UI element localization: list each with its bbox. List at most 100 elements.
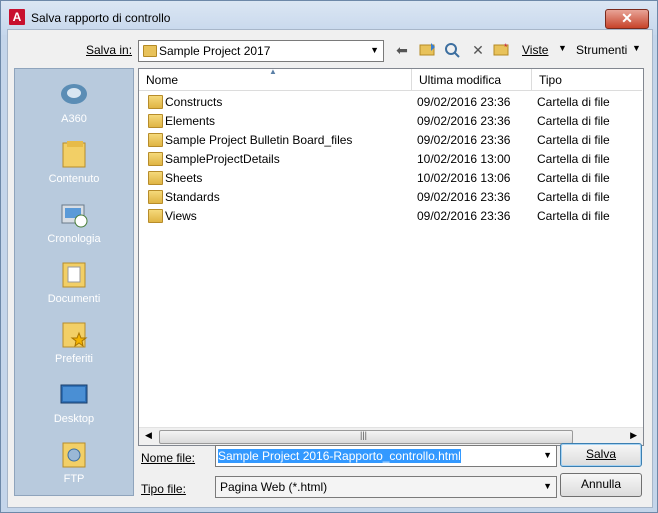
file-list[interactable]: Nome ▲ Ultima modifica Tipo Constructs 0… (138, 67, 644, 446)
views-dropdown-icon[interactable]: ▼ (558, 43, 567, 53)
history-icon (61, 204, 88, 228)
search-web-icon[interactable] (442, 41, 462, 59)
place-cronologia[interactable]: Cronologia (15, 195, 133, 255)
search-svg (445, 43, 460, 58)
views-menu[interactable]: Viste (522, 43, 548, 57)
column-header-label: Nome (146, 73, 179, 87)
file-type: Cartella di file (537, 95, 610, 109)
file-modified: 09/02/2016 23:36 (417, 209, 511, 223)
file-type: Cartella di file (537, 190, 610, 204)
save-button[interactable]: Salva (560, 443, 642, 467)
file-name: SampleProjectDetails (165, 152, 280, 166)
folder-icon (62, 141, 86, 168)
file-name: Sample Project Bulletin Board_files (165, 133, 353, 147)
place-label: FTP (63, 473, 85, 485)
file-name: Sheets (165, 171, 203, 185)
list-item[interactable]: Elements 09/02/2016 23:36 Cartella di fi… (139, 111, 642, 130)
autocad-app-icon: A (9, 9, 25, 25)
filetype-label: Tipo file: (141, 482, 186, 496)
place-preferiti[interactable]: Preferiti (15, 315, 133, 375)
views-label: Viste (522, 43, 549, 57)
dialog-body: Salva in: Sample Project 2017 ▼ ⬅ ✕ * Vi… (7, 29, 653, 508)
place-documenti[interactable]: Documenti (15, 255, 133, 315)
folder-icon (143, 45, 157, 57)
place-label: Cronologia (47, 233, 101, 245)
column-header-modified[interactable]: Ultima modifica (412, 69, 532, 91)
column-header-name[interactable]: Nome ▲ (139, 67, 412, 91)
up-folder-svg (419, 43, 435, 56)
save-in-label-text: Salva in: (86, 43, 133, 57)
chevron-down-icon: ▼ (370, 45, 379, 55)
place-label: Documenti (47, 293, 101, 305)
folder-icon (148, 133, 163, 147)
file-type: Cartella di file (537, 152, 610, 166)
folder-icon (148, 171, 163, 185)
new-folder-icon[interactable]: * (492, 41, 512, 59)
folder-icon (148, 95, 163, 109)
cancel-button[interactable]: Annulla (560, 473, 642, 497)
window-title: Salva rapporto di controllo (31, 11, 171, 25)
list-item[interactable]: Views 09/02/2016 23:36 Cartella di file (139, 206, 642, 225)
folder-icon (148, 209, 163, 223)
file-name: Views (165, 209, 197, 223)
place-a360[interactable]: A360 (15, 75, 133, 135)
favorites-icon (62, 322, 88, 348)
documents-icon (62, 262, 86, 288)
place-label: Contenuto (48, 173, 100, 185)
file-type: Cartella di file (537, 171, 610, 185)
svg-text:*: * (504, 42, 508, 52)
scrollbar-thumb[interactable]: ||| (159, 430, 573, 444)
filetype-value: Pagina Web (*.html) (220, 480, 328, 494)
back-icon[interactable]: ⬅ (392, 41, 412, 59)
list-item[interactable]: Sample Project Bulletin Board_files 09/0… (139, 130, 642, 149)
place-ftp[interactable]: FTP (15, 435, 133, 495)
list-item[interactable]: Constructs 09/02/2016 23:36 Cartella di … (139, 92, 642, 111)
file-modified: 10/02/2016 13:00 (417, 152, 511, 166)
place-contenuto[interactable]: Contenuto (15, 135, 133, 195)
place-desktop[interactable]: Desktop (15, 375, 133, 435)
file-type: Cartella di file (537, 209, 610, 223)
delete-icon[interactable]: ✕ (468, 41, 488, 59)
file-modified: 09/02/2016 23:36 (417, 95, 511, 109)
filename-field[interactable]: Sample Project 2016-Rapporto_controllo.h… (215, 445, 557, 467)
tools-dropdown-icon[interactable]: ▼ (632, 43, 641, 53)
cancel-button-label: Annulla (580, 477, 622, 491)
filename-label-text: Nome file: (141, 451, 196, 465)
list-item[interactable]: SampleProjectDetails 10/02/2016 13:00 Ca… (139, 149, 642, 168)
folder-icon (148, 152, 163, 166)
column-header-type[interactable]: Tipo (532, 69, 642, 91)
tools-label: Strumenti (576, 43, 628, 57)
file-modified: 09/02/2016 23:36 (417, 114, 511, 128)
close-button[interactable]: ✕ (605, 9, 649, 29)
save-dialog: A Salva rapporto di controllo ✕ Salva in… (0, 0, 658, 513)
list-item[interactable]: Sheets 10/02/2016 13:06 Cartella di file (139, 168, 642, 187)
file-type: Cartella di file (537, 114, 610, 128)
up-folder-icon[interactable] (418, 41, 438, 59)
folder-icon (148, 114, 163, 128)
new-folder-svg: * (493, 42, 509, 56)
file-modified: 09/02/2016 23:36 (417, 190, 511, 204)
file-name: Elements (165, 114, 216, 128)
filetype-dropdown[interactable]: Pagina Web (*.html) ▼ (215, 476, 557, 498)
filename-label: Nome file: (141, 451, 195, 465)
grip-icon: ||| (360, 430, 368, 440)
filetype-label-text: Tipo file: (141, 482, 186, 496)
tools-menu[interactable]: Strumenti (576, 43, 627, 57)
save-in-label: Salva in: (86, 43, 132, 57)
save-in-dropdown[interactable]: Sample Project 2017 ▼ (138, 40, 384, 62)
place-label: Desktop (53, 413, 95, 425)
ftp-icon (62, 442, 86, 468)
save-in-value: Sample Project 2017 (159, 44, 271, 58)
column-header-label: Ultima modifica (419, 73, 502, 87)
place-label: A360 (61, 113, 87, 125)
desktop-icon (60, 384, 88, 404)
chevron-down-icon[interactable]: ▼ (543, 481, 552, 491)
chevron-down-icon[interactable]: ▼ (543, 450, 552, 460)
list-item[interactable]: Standards 09/02/2016 23:36 Cartella di f… (139, 187, 642, 206)
places-bar: A360 Contenuto Cronologia Documenti Pref… (14, 68, 134, 496)
folder-icon (148, 190, 163, 204)
scroll-left-icon[interactable]: ◀ (145, 430, 152, 441)
file-name: Standards (165, 190, 220, 204)
filename-value: Sample Project 2016-Rapporto_controllo.h… (218, 449, 461, 463)
scroll-right-icon[interactable]: ▶ (630, 430, 637, 441)
